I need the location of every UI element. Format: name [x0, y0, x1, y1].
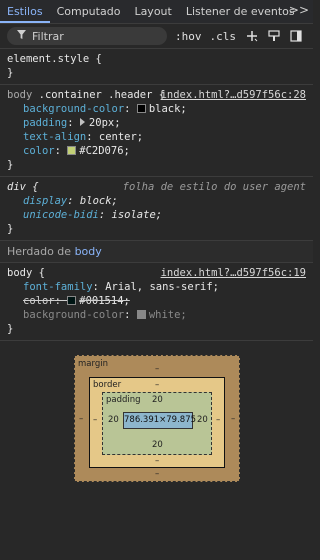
- property-name[interactable]: text-align: [23, 131, 86, 143]
- source-link[interactable]: index.html?…d597f56c:28: [161, 88, 306, 102]
- source-link[interactable]: index.html?…d597f56c:19: [161, 266, 306, 280]
- border-bottom-value[interactable]: –: [155, 456, 159, 466]
- border-left-value[interactable]: –: [93, 415, 97, 425]
- tab-event-listeners[interactable]: Listener de eventos: [179, 0, 302, 23]
- header-rule: body .container .header { index.html?…d5…: [0, 85, 313, 177]
- declaration-unicode-bidi: unicode-bidi: isolate;: [23, 209, 163, 221]
- property-value[interactable]: #001514;: [79, 295, 130, 307]
- div-ua-rule: div { folha de estilo do user agent disp…: [0, 177, 313, 241]
- user-agent-source: folha de estilo do user agent: [122, 181, 306, 193]
- property-name[interactable]: font-family: [23, 281, 93, 293]
- panel-tabs: Estilos Computado Layout Listener de eve…: [0, 0, 313, 24]
- property-value[interactable]: black;: [149, 103, 187, 115]
- sidebar-toggle-icon[interactable]: [290, 30, 302, 42]
- property-name[interactable]: background-color: [23, 103, 124, 115]
- box-model-margin[interactable]: margin – – – – border – – – – padding 20…: [74, 355, 240, 482]
- margin-right-value[interactable]: –: [231, 414, 235, 424]
- styles-toolbar: Filtrar :hov .cls: [0, 24, 313, 49]
- tab-computed[interactable]: Computado: [50, 0, 128, 23]
- declaration-padding[interactable]: padding: 20px;: [7, 116, 306, 130]
- rule-selector-prefix[interactable]: body: [7, 89, 32, 101]
- inherited-element-link[interactable]: body: [75, 245, 102, 258]
- padding-left-value[interactable]: 20: [108, 415, 119, 425]
- property-name: unicode-bidi: [23, 209, 99, 221]
- property-name[interactable]: color: [23, 145, 55, 157]
- property-name[interactable]: color: [23, 295, 55, 307]
- filter-placeholder: Filtrar: [32, 29, 64, 43]
- border-label: border: [93, 380, 122, 390]
- rule-close-brace: }: [7, 323, 14, 335]
- element-style-rule: element.style { }: [0, 49, 313, 85]
- box-model-border[interactable]: border – – – – padding 20 20 20 20 786.3…: [89, 377, 225, 468]
- color-swatch[interactable]: [67, 296, 77, 305]
- property-value[interactable]: 20px;: [89, 117, 121, 129]
- declaration-color-overridden[interactable]: color: #001514;: [7, 294, 306, 308]
- border-right-value[interactable]: –: [216, 415, 220, 425]
- inherited-label: Herdado de: [7, 245, 72, 258]
- property-name: display: [23, 195, 68, 207]
- more-tabs-icon[interactable]: >>: [289, 3, 309, 17]
- property-value: isolate;: [111, 209, 163, 221]
- border-top-value[interactable]: –: [155, 380, 159, 390]
- filter-icon: [17, 30, 26, 42]
- declaration-display: display: block;: [23, 195, 118, 207]
- property-value[interactable]: white;: [149, 309, 187, 321]
- rule-close-brace: }: [7, 223, 14, 235]
- property-value[interactable]: #C2D076;: [79, 145, 130, 157]
- paint-icon[interactable]: [268, 30, 280, 42]
- property-name[interactable]: padding: [23, 117, 67, 129]
- element-style-selector[interactable]: element.style {: [7, 52, 306, 66]
- padding-bottom-value[interactable]: 20: [152, 440, 163, 450]
- padding-top-value[interactable]: 20: [152, 395, 163, 405]
- rule-selector[interactable]: .container .header {: [32, 89, 165, 101]
- expand-triangle-icon[interactable]: [79, 118, 85, 126]
- declaration-background-color[interactable]: background-color: black;: [7, 102, 306, 116]
- padding-label: padding: [106, 395, 141, 405]
- add-rule-icon[interactable]: [246, 30, 258, 42]
- declaration-background-color-inactive[interactable]: background-color: white;: [7, 308, 306, 322]
- property-value[interactable]: center;: [99, 131, 143, 143]
- body-rule: body { index.html?…d597f56c:19 font-fami…: [0, 263, 313, 341]
- class-toggle-button[interactable]: .cls: [210, 30, 237, 43]
- tab-layout[interactable]: Layout: [127, 0, 178, 23]
- property-value[interactable]: Arial, sans-serif;: [105, 281, 219, 293]
- margin-label: margin: [78, 359, 108, 369]
- property-name[interactable]: background-color: [23, 309, 124, 321]
- declaration-font-family[interactable]: font-family: Arial, sans-serif;: [7, 280, 306, 294]
- rule-close-brace: }: [7, 159, 14, 171]
- box-model-padding[interactable]: padding 20 20 20 20 786.391×79.875: [102, 392, 212, 455]
- inherited-header: Herdado de body: [0, 241, 313, 263]
- color-swatch[interactable]: [136, 310, 146, 319]
- margin-left-value[interactable]: –: [79, 414, 83, 424]
- box-model-diagram: margin – – – – border – – – – padding 20…: [74, 355, 240, 482]
- margin-bottom-value[interactable]: –: [155, 469, 159, 479]
- property-value: block;: [79, 195, 118, 207]
- tab-styles[interactable]: Estilos: [0, 0, 50, 23]
- filter-input[interactable]: Filtrar: [7, 27, 167, 45]
- color-swatch[interactable]: [67, 146, 77, 155]
- color-swatch[interactable]: [136, 104, 146, 113]
- box-model-content[interactable]: 786.391×79.875: [123, 412, 196, 429]
- rule-close-brace: }: [7, 67, 14, 79]
- hover-state-button[interactable]: :hov: [175, 30, 202, 43]
- declaration-color[interactable]: color: #C2D076;: [7, 144, 306, 158]
- declaration-text-align[interactable]: text-align: center;: [7, 130, 306, 144]
- margin-top-value[interactable]: –: [155, 364, 159, 374]
- padding-right-value[interactable]: 20: [197, 415, 208, 425]
